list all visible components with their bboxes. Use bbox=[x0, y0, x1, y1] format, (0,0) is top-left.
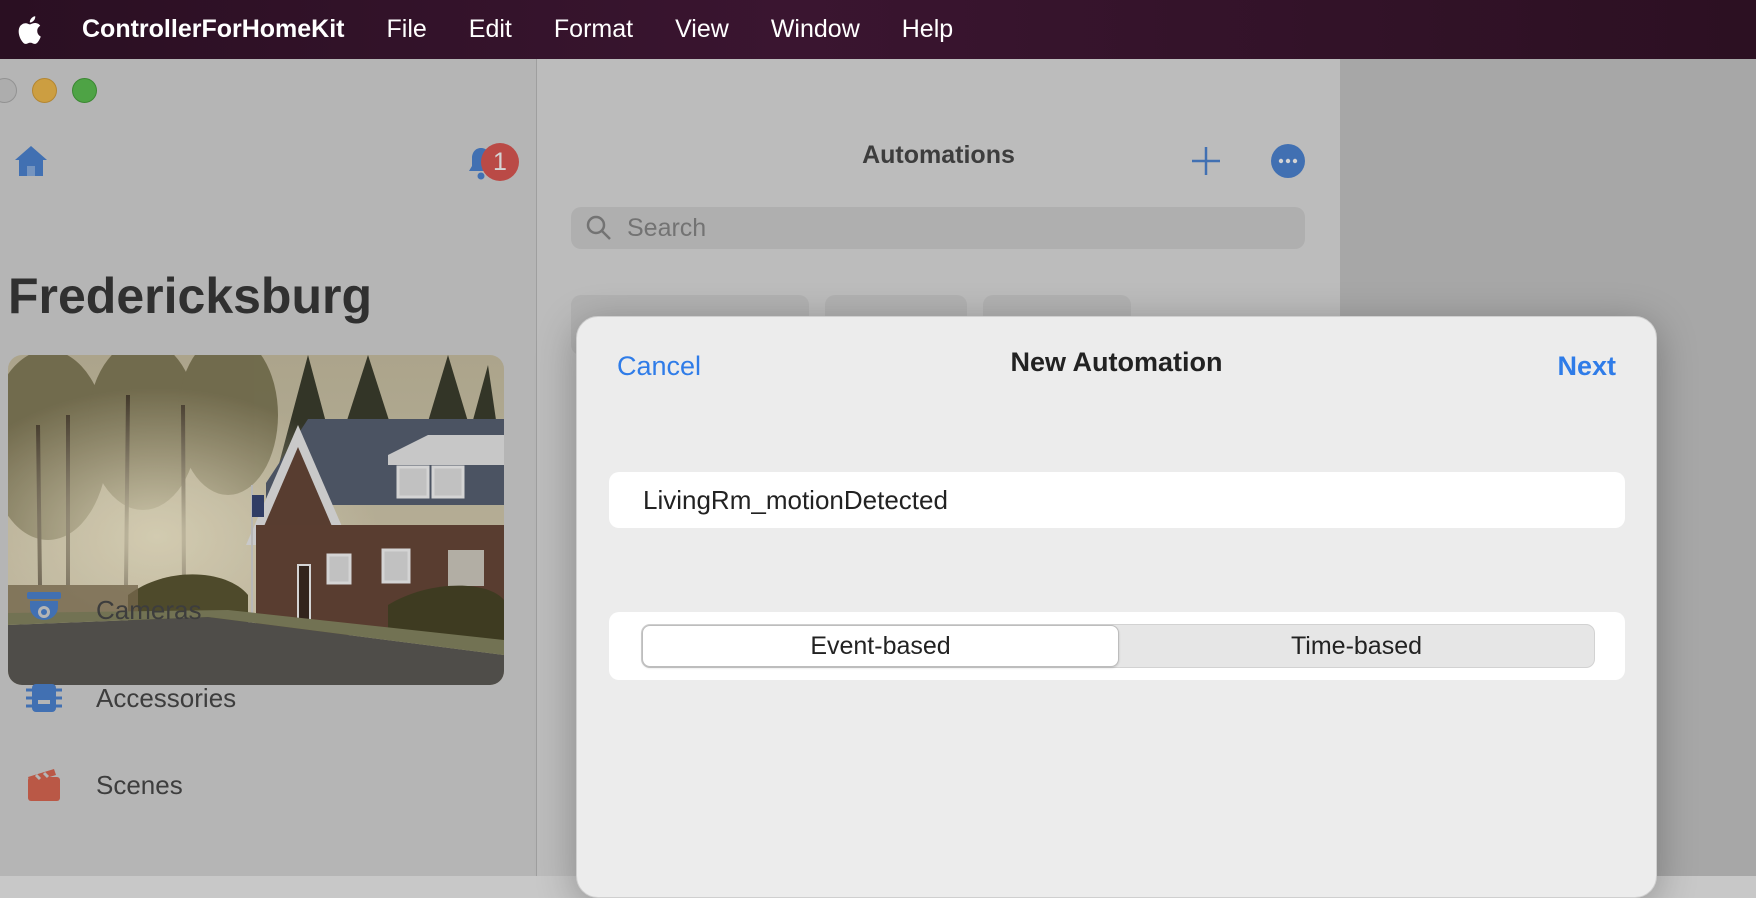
menu-edit[interactable]: Edit bbox=[469, 15, 512, 44]
menu-bar: ControllerForHomeKit File Edit Format Vi… bbox=[0, 0, 1756, 59]
segment-event-based[interactable]: Event-based bbox=[642, 625, 1119, 667]
menu-file[interactable]: File bbox=[387, 15, 427, 44]
app-name-menu[interactable]: ControllerForHomeKit bbox=[82, 15, 345, 44]
menu-help[interactable]: Help bbox=[902, 15, 953, 44]
automation-name-input[interactable] bbox=[641, 483, 1605, 517]
apple-logo-icon[interactable] bbox=[14, 13, 48, 47]
next-button[interactable]: Next bbox=[1557, 351, 1616, 382]
automation-type-segmented-control: Event-based Time-based bbox=[641, 624, 1595, 668]
segment-time-based[interactable]: Time-based bbox=[1119, 625, 1594, 667]
automation-type-card: Event-based Time-based bbox=[609, 612, 1625, 680]
menu-view[interactable]: View bbox=[675, 15, 729, 44]
menu-window[interactable]: Window bbox=[771, 15, 860, 44]
menu-format[interactable]: Format bbox=[554, 15, 633, 44]
sheet-title: New Automation bbox=[1010, 347, 1223, 377]
automation-name-field bbox=[609, 472, 1625, 528]
new-automation-sheet: Cancel New Automation Next Event-based T… bbox=[576, 316, 1657, 898]
